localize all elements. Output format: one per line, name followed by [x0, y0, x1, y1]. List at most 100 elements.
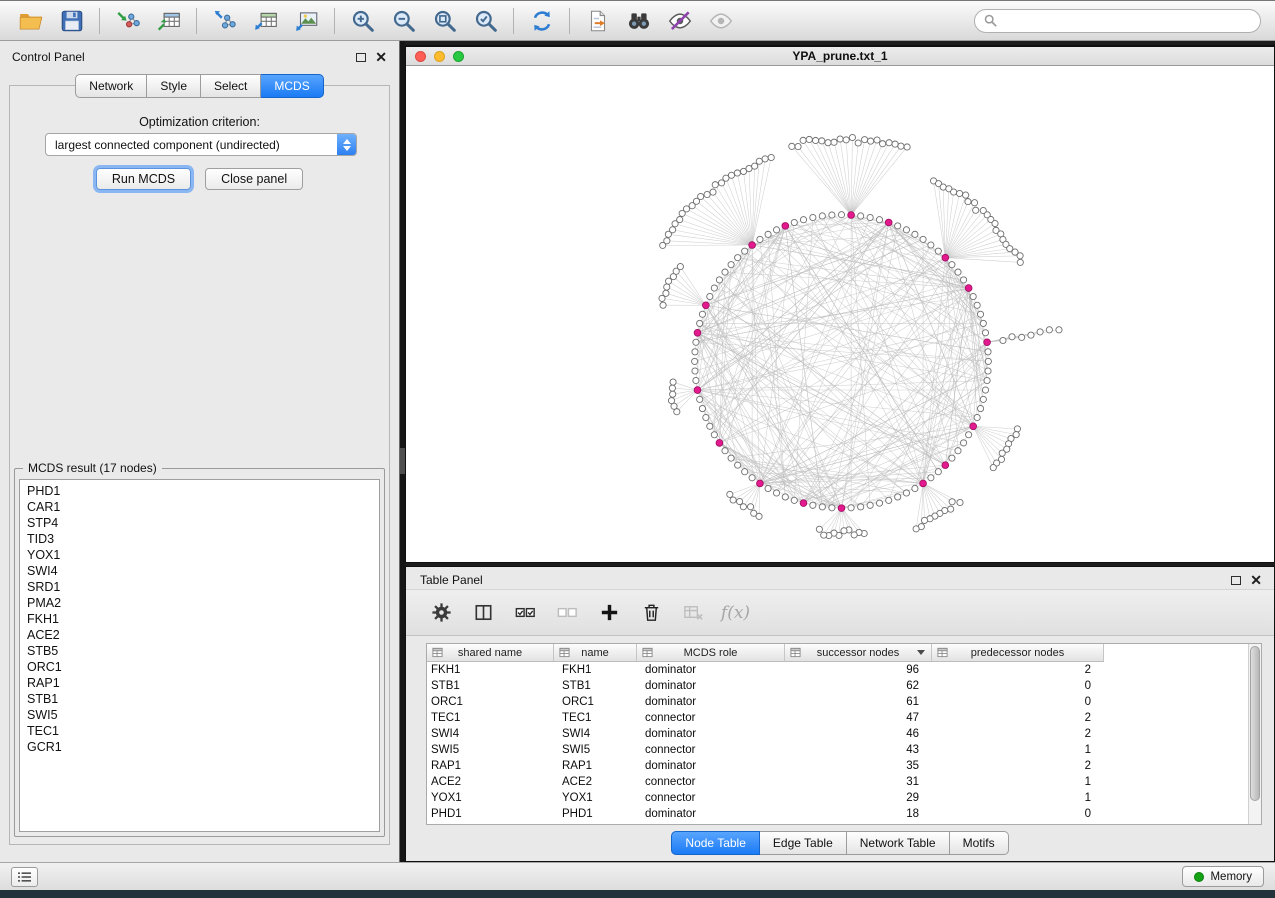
- hide-selected-button[interactable]: [659, 3, 700, 39]
- float-panel-icon[interactable]: [356, 53, 366, 62]
- plus-icon: [598, 601, 621, 624]
- export-table-button[interactable]: [245, 3, 286, 39]
- network-window: YPA_prune.txt_1: [405, 45, 1275, 563]
- search-input[interactable]: [1003, 14, 1251, 28]
- table-row[interactable]: FKH1FKH1dominator962: [427, 662, 1248, 678]
- scrollbar-thumb[interactable]: [1250, 646, 1260, 801]
- find-button[interactable]: [618, 3, 659, 39]
- tab-network[interactable]: Network: [75, 74, 147, 98]
- close-table-panel-icon[interactable]: ✕: [1250, 575, 1262, 585]
- control-panel-titlebar: Control Panel ✕: [0, 41, 399, 67]
- table-toolbar: f(x): [406, 589, 1274, 636]
- tab-style[interactable]: Style: [147, 74, 201, 98]
- zoom-selected-button[interactable]: [465, 3, 506, 39]
- memory-label: Memory: [1210, 871, 1252, 883]
- column-header-predecessor-nodes[interactable]: predecessor nodes: [932, 644, 1104, 661]
- mcds-result-item[interactable]: SWI5: [27, 707, 379, 723]
- close-mcds-panel-button[interactable]: Close panel: [205, 168, 303, 190]
- open-folder-icon: [18, 8, 44, 34]
- menu-button[interactable]: [11, 867, 38, 887]
- mcds-result-item[interactable]: SWI4: [27, 563, 379, 579]
- mcds-result-item[interactable]: TID3: [27, 531, 379, 547]
- apply-layout-button[interactable]: [521, 3, 562, 39]
- mcds-result-item[interactable]: RAP1: [27, 675, 379, 691]
- zoom-out-button[interactable]: [383, 3, 424, 39]
- mcds-result-item[interactable]: ACE2: [27, 627, 379, 643]
- table-row[interactable]: SWI5SWI5connector431: [427, 742, 1248, 758]
- column-header-name[interactable]: name: [554, 644, 637, 661]
- search-icon: [984, 14, 997, 27]
- criterion-select[interactable]: largest connected component (undirected): [45, 133, 357, 156]
- table-row[interactable]: TEC1TEC1connector472: [427, 710, 1248, 726]
- minimize-window-button[interactable]: [434, 51, 445, 62]
- float-table-panel-icon[interactable]: [1231, 576, 1241, 585]
- export-web-page-button[interactable]: [577, 3, 618, 39]
- tab-mcds[interactable]: MCDS: [261, 74, 323, 98]
- function-builder-button[interactable]: f(x): [722, 599, 749, 626]
- sort-chevron-icon: [917, 650, 925, 655]
- mcds-result-item[interactable]: ORC1: [27, 659, 379, 675]
- select-all-rows-button[interactable]: [512, 599, 539, 626]
- mcds-result-item[interactable]: TEC1: [27, 723, 379, 739]
- zoom-in-button[interactable]: [342, 3, 383, 39]
- delete-column-button[interactable]: [638, 599, 665, 626]
- column-header-mcds-role[interactable]: MCDS role: [637, 644, 785, 661]
- tab-motifs[interactable]: Motifs: [950, 831, 1009, 855]
- import-table-button[interactable]: [148, 3, 189, 39]
- export-network-button[interactable]: [204, 3, 245, 39]
- mcds-result-item[interactable]: PHD1: [27, 483, 379, 499]
- node-table: shared namenameMCDS rolesuccessor nodesp…: [426, 643, 1262, 825]
- table-row[interactable]: ORC1ORC1dominator610: [427, 694, 1248, 710]
- delete-table-button[interactable]: [680, 599, 707, 626]
- memory-status-dot: [1194, 872, 1204, 882]
- mcds-result-item[interactable]: STB5: [27, 643, 379, 659]
- table-row[interactable]: SWI4SWI4dominator462: [427, 726, 1248, 742]
- mcds-result-item[interactable]: GCR1: [27, 739, 379, 755]
- mcds-result-item[interactable]: STP4: [27, 515, 379, 531]
- open-session-button[interactable]: [10, 3, 51, 39]
- tab-select[interactable]: Select: [201, 74, 261, 98]
- mcds-result-title: MCDS result (17 nodes): [23, 461, 162, 475]
- table-row[interactable]: STB1STB1dominator620: [427, 678, 1248, 694]
- maximize-window-button[interactable]: [453, 51, 464, 62]
- network-canvas[interactable]: [406, 66, 1274, 562]
- select-all-icon: [514, 601, 537, 624]
- save-session-button[interactable]: [51, 3, 92, 39]
- deselect-all-icon: [556, 601, 579, 624]
- mcds-result-item[interactable]: CAR1: [27, 499, 379, 515]
- tab-node-table[interactable]: Node Table: [671, 831, 760, 855]
- mcds-result-group: MCDS result (17 nodes) PHD1CAR1STP4TID3Y…: [14, 468, 385, 837]
- mcds-result-item[interactable]: PMA2: [27, 595, 379, 611]
- deselect-all-rows-button[interactable]: [554, 599, 581, 626]
- status-bar: Memory: [0, 862, 1275, 890]
- zoom-fit-button[interactable]: [424, 3, 465, 39]
- table-row[interactable]: YOX1YOX1connector291: [427, 790, 1248, 806]
- table-row[interactable]: ACE2ACE2connector311: [427, 774, 1248, 790]
- mcds-result-item[interactable]: STB1: [27, 691, 379, 707]
- table-scrollbar[interactable]: [1248, 644, 1261, 824]
- column-grid-icon: [937, 647, 948, 658]
- show-all-button[interactable]: [700, 3, 741, 39]
- close-window-button[interactable]: [415, 51, 426, 62]
- memory-button[interactable]: Memory: [1182, 866, 1264, 887]
- column-settings-button[interactable]: [428, 599, 455, 626]
- optimization-criterion-label: Optimization criterion:: [10, 115, 389, 129]
- tab-network-table[interactable]: Network Table: [847, 831, 950, 855]
- import-network-button[interactable]: [107, 3, 148, 39]
- tab-edge-table[interactable]: Edge Table: [760, 831, 847, 855]
- close-control-panel-icon[interactable]: ✕: [375, 52, 387, 62]
- table-row[interactable]: RAP1RAP1dominator352: [427, 758, 1248, 774]
- mcds-result-item[interactable]: YOX1: [27, 547, 379, 563]
- export-image-button[interactable]: [286, 3, 327, 39]
- delete-table-icon: [682, 601, 705, 624]
- column-header-successor-nodes[interactable]: successor nodes: [785, 644, 932, 661]
- show-columns-button[interactable]: [470, 599, 497, 626]
- mcds-result-item[interactable]: FKH1: [27, 611, 379, 627]
- table-row[interactable]: PHD1PHD1dominator180: [427, 806, 1248, 822]
- mcds-result-item[interactable]: SRD1: [27, 579, 379, 595]
- add-column-button[interactable]: [596, 599, 623, 626]
- share-document-icon: [585, 8, 611, 34]
- column-header-shared-name[interactable]: shared name: [427, 644, 554, 661]
- run-mcds-button[interactable]: Run MCDS: [96, 168, 191, 190]
- search-box[interactable]: [974, 9, 1261, 33]
